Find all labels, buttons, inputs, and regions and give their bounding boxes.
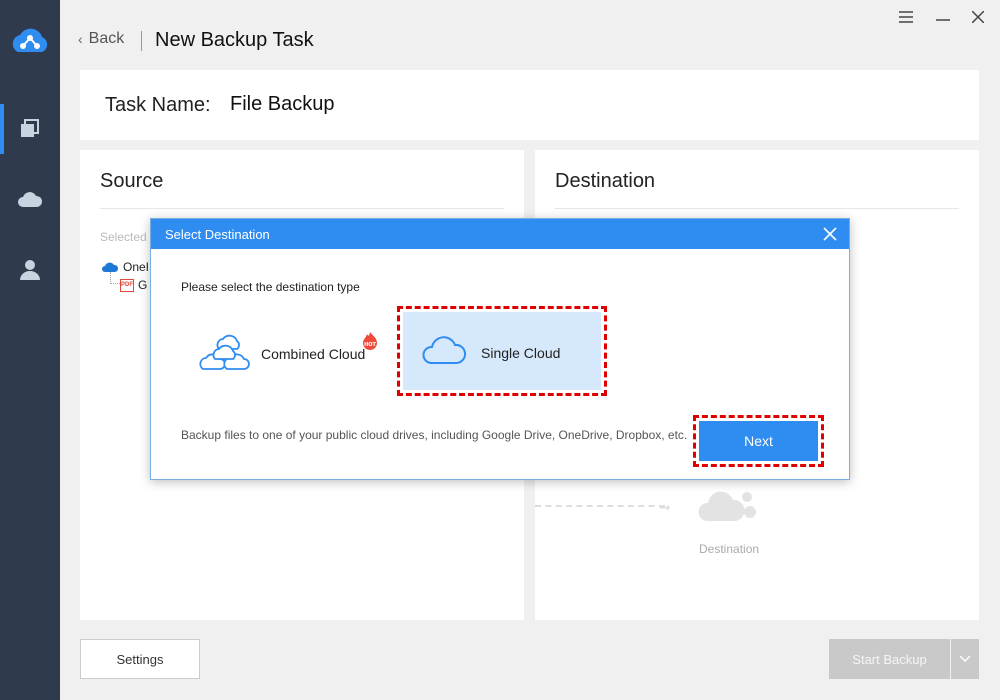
combined-cloud-label: Combined Cloud	[261, 346, 366, 362]
start-backup-button[interactable]: Start Backup	[829, 639, 950, 679]
cloud-icon	[421, 334, 469, 371]
dashed-arrow	[535, 505, 665, 507]
selected-label: Selected	[100, 230, 147, 244]
onedrive-icon	[102, 262, 118, 272]
destination-placeholder: Destination	[699, 542, 760, 556]
title-bar: ‹ Back New Backup Task	[60, 0, 1000, 70]
nav-backup-tasks[interactable]	[0, 104, 60, 154]
next-button[interactable]: Next	[699, 421, 818, 461]
task-name-card: Task Name: File Backup	[80, 70, 979, 140]
combined-cloud-option[interactable]: Combined Cloud	[199, 329, 379, 377]
task-name-label: Task Name:	[105, 94, 211, 116]
tree-child-item[interactable]: PDF G	[120, 278, 147, 292]
minimize-icon[interactable]	[932, 6, 954, 28]
dialog-header: Select Destination	[151, 219, 849, 249]
task-name-field[interactable]: File Backup	[230, 93, 335, 116]
single-cloud-label: Single Cloud	[481, 345, 561, 361]
destination-title: Destination	[555, 170, 656, 192]
multi-cloud-icon	[199, 334, 250, 370]
dialog-title: Select Destination	[165, 227, 270, 242]
user-icon	[20, 260, 40, 280]
page-title: New Backup Task	[155, 29, 314, 51]
left-sidebar	[0, 0, 60, 700]
backup-tasks-icon	[21, 119, 39, 137]
back-button[interactable]: ‹ Back	[78, 30, 124, 48]
tree-root-label: OneI	[123, 260, 150, 274]
pdf-file-icon: PDF	[120, 278, 134, 292]
title-divider	[141, 31, 142, 51]
cloud-icon	[18, 192, 43, 207]
app-logo-icon	[8, 22, 52, 58]
close-icon[interactable]	[967, 6, 989, 28]
hot-badge-icon: HOT	[361, 331, 379, 356]
start-backup-dropdown[interactable]	[951, 639, 979, 679]
dialog-prompt: Please select the destination type	[181, 280, 360, 294]
menu-icon[interactable]	[895, 6, 917, 28]
tree-child-label: G	[138, 278, 148, 292]
destination-divider	[555, 208, 959, 209]
destination-cloud-icon[interactable]	[697, 485, 759, 530]
nav-cloud[interactable]	[0, 174, 60, 224]
source-title: Source	[100, 170, 164, 192]
settings-button[interactable]: Settings	[80, 639, 200, 679]
arrow-head-icon: ➞	[659, 499, 671, 515]
nav-account[interactable]	[0, 244, 60, 294]
select-destination-dialog: Select Destination Please select the des…	[150, 218, 850, 480]
back-label: Back	[88, 30, 125, 47]
dialog-description: Backup files to one of your public cloud…	[181, 428, 688, 442]
single-cloud-option[interactable]: Single Cloud	[403, 312, 601, 390]
chevron-down-icon	[960, 656, 970, 662]
source-divider	[100, 208, 504, 209]
hot-badge-text: HOT	[364, 342, 376, 348]
dialog-close-icon[interactable]	[821, 225, 839, 243]
chevron-left-icon: ‹	[78, 31, 83, 47]
